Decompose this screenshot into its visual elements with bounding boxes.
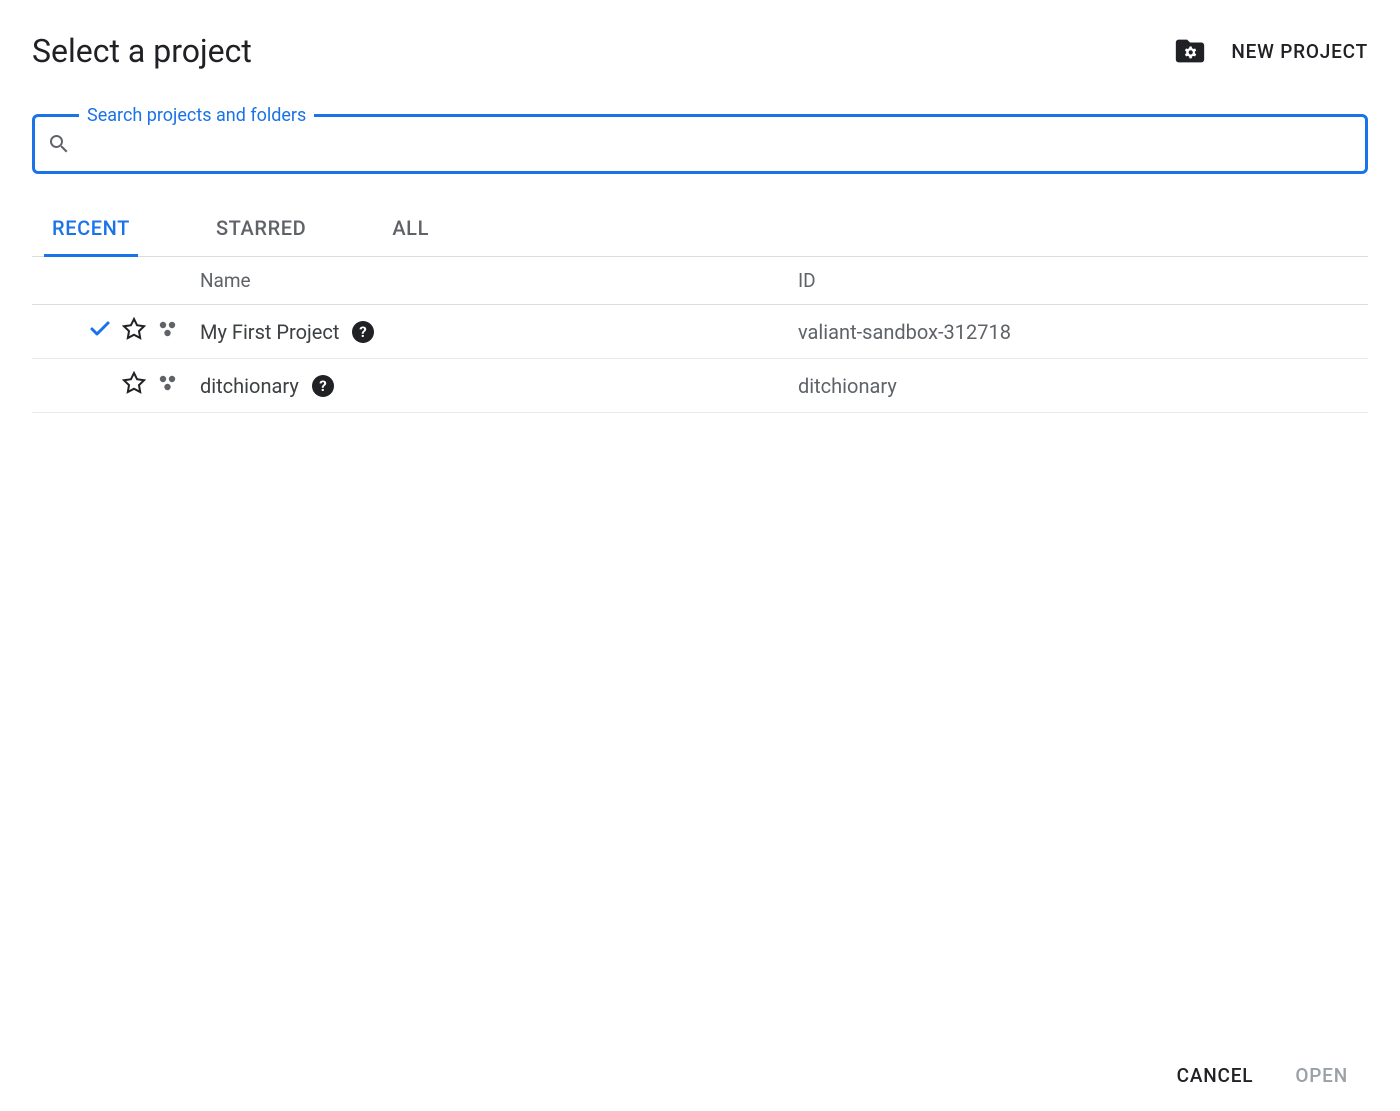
project-id: valiant-sandbox-312718 <box>798 320 1368 344</box>
folder-settings-icon[interactable] <box>1173 34 1207 68</box>
dialog-title: Select a project <box>32 32 252 70</box>
tabs: RECENT STARRED ALL <box>32 202 1368 257</box>
cancel-button[interactable]: CANCEL <box>1177 1064 1254 1087</box>
table-row[interactable]: ditchionary ? ditchionary <box>32 359 1368 413</box>
select-project-dialog: Select a project NEW PROJECT Search proj… <box>0 0 1400 1111</box>
search-label: Search projects and folders <box>79 105 314 126</box>
new-project-button[interactable]: NEW PROJECT <box>1231 40 1368 63</box>
svg-text:?: ? <box>319 377 326 395</box>
project-icon <box>156 371 180 400</box>
star-icon[interactable] <box>122 317 146 346</box>
tab-recent[interactable]: RECENT <box>44 202 138 257</box>
column-header-id[interactable]: ID <box>798 269 1368 292</box>
svg-text:?: ? <box>360 323 367 341</box>
project-name: My First Project <box>200 320 339 344</box>
project-table: Name ID My Fir <box>32 257 1368 1052</box>
tab-starred[interactable]: STARRED <box>208 202 314 257</box>
open-button[interactable]: OPEN <box>1295 1064 1348 1087</box>
tab-all[interactable]: ALL <box>384 202 437 257</box>
search-icon <box>47 132 71 156</box>
help-icon[interactable]: ? <box>351 320 375 344</box>
search-input[interactable] <box>81 132 1353 156</box>
row-icons <box>32 371 200 400</box>
header-actions: NEW PROJECT <box>1173 34 1368 68</box>
check-icon <box>88 317 112 346</box>
project-name: ditchionary <box>200 374 299 398</box>
row-name-cell: My First Project ? <box>200 320 798 344</box>
column-header-name[interactable]: Name <box>200 269 798 292</box>
dialog-footer: CANCEL OPEN <box>32 1052 1368 1087</box>
row-icons <box>32 317 200 346</box>
row-name-cell: ditchionary ? <box>200 374 798 398</box>
star-icon[interactable] <box>122 371 146 400</box>
project-icon <box>156 317 180 346</box>
help-icon[interactable]: ? <box>311 374 335 398</box>
project-id: ditchionary <box>798 374 1368 398</box>
dialog-header: Select a project NEW PROJECT <box>32 32 1368 70</box>
table-header: Name ID <box>32 257 1368 305</box>
search-field[interactable]: Search projects and folders <box>32 114 1368 174</box>
table-row[interactable]: My First Project ? valiant-sandbox-31271… <box>32 305 1368 359</box>
